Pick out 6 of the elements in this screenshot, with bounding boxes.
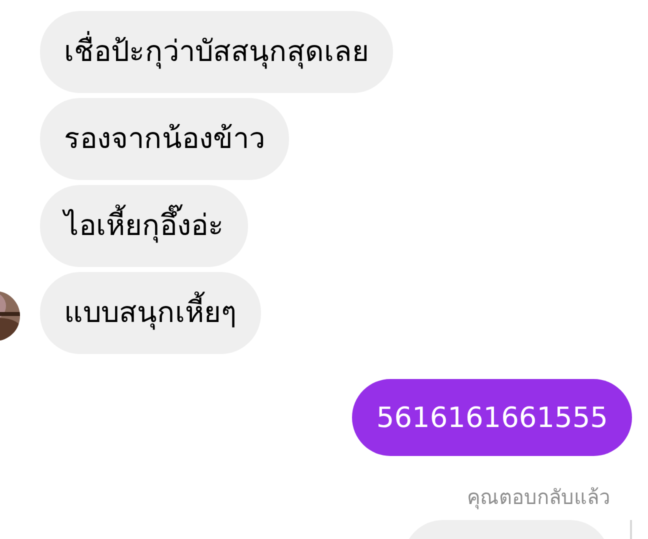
message-bubble: เชื่อป้ะกุว่าบัสสนุกสุดเลย [40, 11, 393, 93]
reply-status: คุณตอบกลับแล้ว [467, 484, 610, 512]
message-bubble: 5616161661555 [352, 379, 632, 456]
message-bubble: รองจากน้องข้าว [40, 98, 289, 180]
message-bubble: แบบสนุกเหี้ยๆ [40, 272, 261, 354]
message-bubble: ไอเหี้ยกุอึ๊งอ่ะ [40, 185, 248, 267]
